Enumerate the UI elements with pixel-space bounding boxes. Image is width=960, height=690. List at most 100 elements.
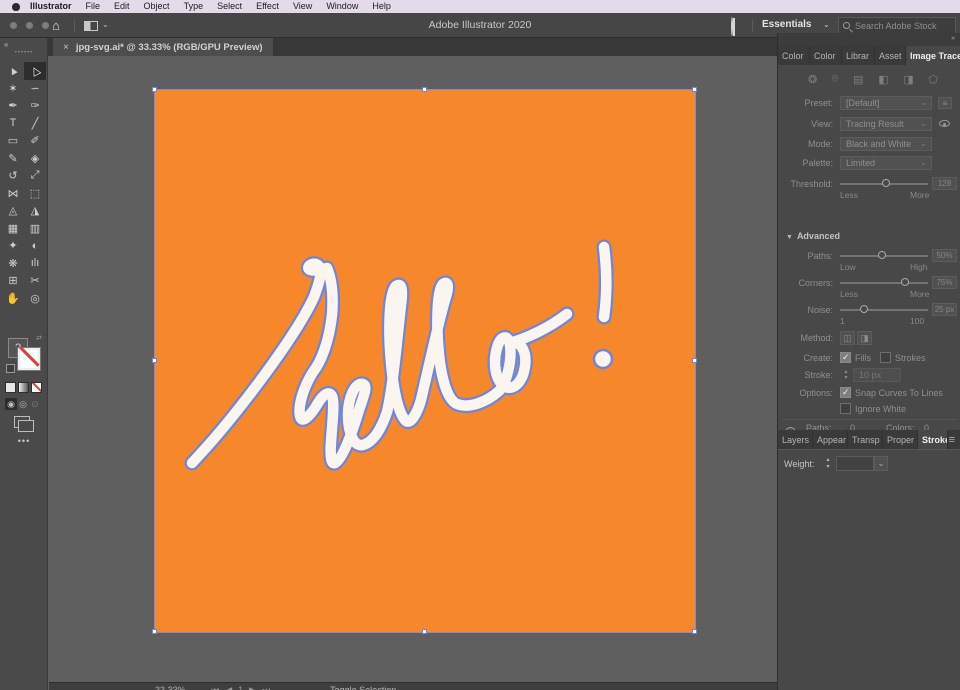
paintbrush-tool[interactable]: ✐ bbox=[24, 132, 46, 150]
threshold-slider[interactable] bbox=[840, 183, 928, 185]
selection-handle-s[interactable] bbox=[422, 629, 427, 634]
noise-value[interactable]: 25 px bbox=[932, 303, 957, 316]
tab-libraries[interactable]: Librar bbox=[842, 46, 875, 65]
tab-transparency[interactable]: Transp bbox=[848, 430, 883, 449]
chevron-down-icon[interactable]: ⌄ bbox=[823, 20, 830, 29]
curvature-tool[interactable]: ✑ bbox=[24, 97, 46, 115]
threshold-slider-thumb[interactable] bbox=[882, 179, 890, 187]
menu-illustrator[interactable]: Illustrator bbox=[30, 0, 72, 13]
paths-slider-thumb[interactable] bbox=[878, 251, 886, 259]
menu-edit[interactable]: Edit bbox=[114, 0, 130, 13]
type-tool[interactable]: T bbox=[2, 115, 24, 133]
symbol-sprayer-tool[interactable]: ❋ bbox=[2, 255, 24, 273]
collapse-panels-icon[interactable]: » bbox=[951, 35, 955, 42]
selection-handle-n[interactable] bbox=[422, 87, 427, 92]
method-abutting-button[interactable]: ◫ bbox=[840, 331, 855, 345]
blend-tool[interactable]: ◐ bbox=[24, 237, 46, 255]
default-fill-stroke-icon[interactable] bbox=[6, 364, 15, 373]
tab-properties[interactable]: Proper bbox=[883, 430, 918, 449]
menu-view[interactable]: View bbox=[293, 0, 312, 13]
first-artboard-icon[interactable]: ⏮ bbox=[211, 685, 219, 690]
canvas-area[interactable] bbox=[49, 56, 777, 690]
rotate-tool[interactable]: ↺ bbox=[2, 167, 24, 185]
mesh-tool[interactable]: ▦ bbox=[2, 220, 24, 238]
hand-tool[interactable]: ✋ bbox=[2, 290, 24, 308]
eye-icon[interactable] bbox=[939, 120, 951, 128]
stroke-swatch-none[interactable] bbox=[18, 348, 40, 370]
corners-slider[interactable] bbox=[840, 282, 928, 284]
tab-stroke[interactable]: Stroke bbox=[918, 430, 948, 449]
gradient-tool[interactable]: ▥ bbox=[24, 220, 46, 238]
width-tool[interactable]: ⋈ bbox=[2, 185, 24, 203]
noise-slider[interactable] bbox=[840, 309, 928, 311]
selection-handle-nw[interactable] bbox=[152, 87, 157, 92]
ignore-white-checkbox[interactable] bbox=[840, 403, 851, 414]
menu-window[interactable]: Window bbox=[326, 0, 358, 13]
artboard[interactable] bbox=[155, 90, 695, 632]
tab-image-trace[interactable]: Image Trace bbox=[906, 46, 960, 65]
draw-behind-icon[interactable]: ◎ bbox=[17, 398, 29, 410]
fills-checkbox[interactable] bbox=[840, 352, 851, 363]
tab-layers[interactable]: Layers bbox=[778, 430, 813, 449]
selection-handle-w[interactable] bbox=[152, 358, 157, 363]
magic-wand-tool[interactable]: ✶ bbox=[2, 80, 24, 98]
free-transform-tool[interactable]: ⬚ bbox=[24, 185, 46, 203]
preset-dropdown[interactable]: [Default]⌄ bbox=[840, 96, 932, 110]
hello-script-artwork[interactable] bbox=[155, 90, 695, 632]
menu-help[interactable]: Help bbox=[372, 0, 391, 13]
stroke-width-field[interactable]: 10 px bbox=[853, 368, 901, 382]
column-graph-tool[interactable]: ılı bbox=[24, 255, 46, 273]
menu-select[interactable]: Select bbox=[217, 0, 242, 13]
menu-file[interactable]: File bbox=[86, 0, 101, 13]
corners-value[interactable]: 75% bbox=[932, 276, 957, 289]
discover-lightbulb-icon[interactable] bbox=[731, 18, 743, 33]
noise-slider-thumb[interactable] bbox=[860, 305, 868, 313]
weight-stepper[interactable]: ▴▾ bbox=[822, 456, 834, 471]
line-segment-tool[interactable]: ╱ bbox=[24, 115, 46, 133]
menu-object[interactable]: Object bbox=[144, 0, 170, 13]
tab-color-1[interactable]: Color bbox=[778, 46, 810, 65]
rectangle-tool[interactable]: ▭ bbox=[2, 132, 24, 150]
last-artboard-icon[interactable]: ⏭ bbox=[262, 685, 270, 690]
advanced-section-header[interactable]: ▼Advanced bbox=[786, 231, 956, 241]
direct-selection-tool[interactable]: △ bbox=[24, 62, 46, 80]
scale-tool[interactable]: ⤢ bbox=[24, 167, 46, 185]
panel-menu-icon[interactable]: ≡ bbox=[949, 434, 955, 446]
selection-handle-e[interactable] bbox=[692, 358, 697, 363]
swap-fill-stroke-icon[interactable]: ⇄ bbox=[36, 334, 42, 342]
eyedropper-tool[interactable]: ✦ bbox=[2, 237, 24, 255]
none-button[interactable] bbox=[31, 382, 42, 393]
selection-handle-se[interactable] bbox=[692, 629, 697, 634]
edit-toolbar-ellipsis[interactable]: ••• bbox=[0, 436, 48, 446]
shape-builder-tool[interactable]: ◬ bbox=[2, 202, 24, 220]
threshold-value[interactable]: 128 bbox=[932, 177, 957, 190]
selection-handle-ne[interactable] bbox=[692, 87, 697, 92]
tab-appearance[interactable]: Appear bbox=[813, 430, 848, 449]
weight-field[interactable] bbox=[836, 456, 874, 471]
corners-slider-thumb[interactable] bbox=[901, 278, 909, 286]
draw-normal-icon[interactable]: ◉ bbox=[5, 398, 17, 410]
grayscale-preset-icon[interactable]: ◧ bbox=[878, 73, 888, 86]
color-button[interactable] bbox=[5, 382, 16, 393]
apple-menu-icon[interactable] bbox=[12, 3, 20, 11]
strokes-checkbox[interactable] bbox=[880, 352, 891, 363]
artboard-tool[interactable]: ⊞ bbox=[2, 272, 24, 290]
slice-tool[interactable]: ✂ bbox=[24, 272, 46, 290]
screen-mode-icon[interactable] bbox=[14, 416, 30, 428]
view-dropdown[interactable]: Tracing Result⌄ bbox=[840, 117, 932, 131]
menu-type[interactable]: Type bbox=[184, 0, 204, 13]
method-overlapping-button[interactable]: ◨ bbox=[857, 331, 872, 345]
adobe-stock-search[interactable]: Search Adobe Stock bbox=[838, 17, 956, 34]
artboard-number[interactable]: 1 bbox=[238, 685, 243, 690]
prev-artboard-icon[interactable]: ◀ bbox=[225, 685, 232, 690]
panel-grip[interactable]: •••••• bbox=[0, 50, 48, 56]
next-artboard-icon[interactable]: ▶ bbox=[249, 685, 256, 690]
palette-dropdown[interactable]: Limited⌄ bbox=[840, 156, 932, 170]
close-icon[interactable]: × bbox=[63, 42, 69, 53]
black-white-preset-icon[interactable]: ◨ bbox=[903, 73, 913, 86]
low-color-preset-icon[interactable]: ▤ bbox=[853, 73, 863, 86]
stroke-stepper[interactable]: ▴▾ bbox=[840, 368, 852, 382]
perspective-grid-tool[interactable]: ◮ bbox=[24, 202, 46, 220]
mode-dropdown[interactable]: Black and White⌄ bbox=[840, 137, 932, 151]
preset-options-button[interactable]: ≡ bbox=[938, 97, 952, 109]
